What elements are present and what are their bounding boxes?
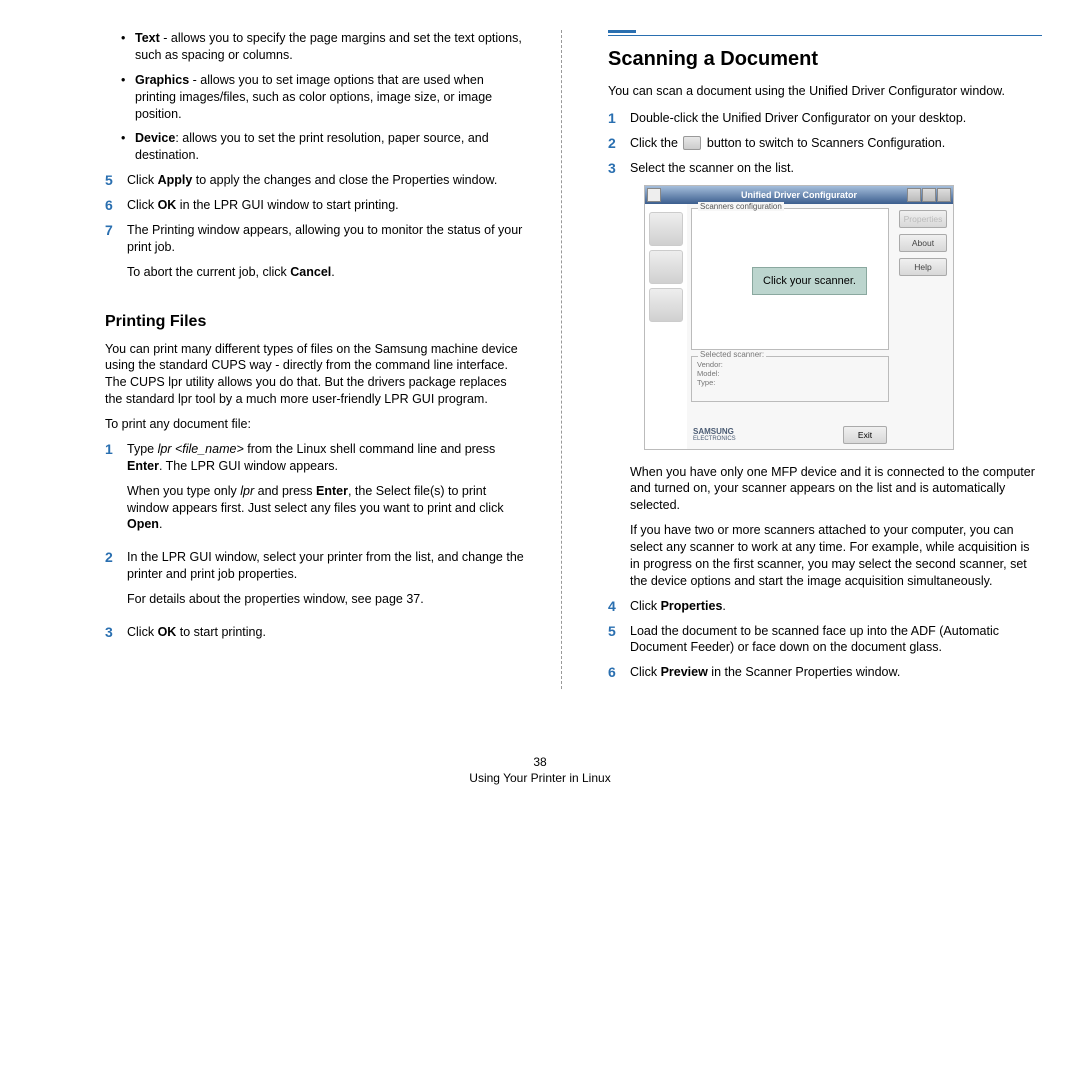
desc: - allows you to specify the page margins…: [135, 31, 522, 62]
brand-logo: SAMSUNGELECTRONICS: [693, 427, 736, 442]
about-button: About: [899, 234, 947, 252]
step-text: Load the document to be scanned face up …: [630, 624, 999, 655]
main-area: Scanners configuration Click your scanne…: [687, 204, 893, 449]
step-number: 1: [105, 441, 127, 541]
paragraph: You can print many different types of fi…: [105, 341, 525, 409]
steps-list-right-2: 4 Click Properties. 5 Load the document …: [608, 598, 1042, 682]
right-column: Scanning a Document You can scan a docum…: [598, 30, 1042, 689]
step-text: Click OK in the LPR GUI window to start …: [127, 198, 399, 212]
selected-label: Selected scanner:: [698, 350, 766, 359]
step-number: 2: [105, 549, 127, 616]
desc: - allows you to set image options that a…: [135, 73, 492, 121]
subheading: Printing Files: [105, 313, 525, 331]
paragraph: To print any document file:: [105, 416, 525, 433]
max-icon: [922, 188, 936, 202]
paragraph: If you have two or more scanners attache…: [630, 522, 1042, 590]
close-icon: [937, 188, 951, 202]
step-text: Select the scanner on the list.: [630, 161, 794, 175]
selected-scanner-group: Selected scanner: Vendor: Model: Type:: [691, 356, 889, 402]
help-button: Help: [899, 258, 947, 276]
list-item: Text - allows you to specify the page ma…: [135, 30, 525, 64]
step-text: Click Preview in the Scanner Properties …: [630, 665, 900, 679]
heading-top-bar: [608, 30, 1042, 33]
step-number: 7: [105, 222, 127, 289]
section-heading: Scanning a Document: [608, 48, 1042, 71]
left-column: Text - allows you to specify the page ma…: [105, 30, 525, 689]
step: 6 Click OK in the LPR GUI window to star…: [105, 197, 525, 214]
intro-text: You can scan a document using the Unifie…: [608, 83, 1042, 100]
list-item: Graphics - allows you to set image optio…: [135, 72, 525, 123]
step-number: 5: [105, 172, 127, 189]
step-text: Click Apply to apply the changes and clo…: [127, 173, 497, 187]
window-controls: [907, 188, 951, 202]
term: Graphics: [135, 73, 189, 87]
step: 3 Click OK to start printing.: [105, 624, 525, 649]
window-title: Unified Driver Configurator: [741, 190, 857, 200]
step-number: 4: [608, 598, 630, 615]
step-text: Type lpr <file_name> from the Linux shel…: [127, 441, 525, 475]
ports-icon: [649, 288, 683, 322]
step: 5 Load the document to be scanned face u…: [608, 623, 1042, 657]
scanners-group: Scanners configuration Click your scanne…: [691, 208, 889, 350]
footer-title: Using Your Printer in Linux: [0, 771, 1080, 785]
step-text: Click Properties.: [630, 599, 726, 613]
window-titlebar: Unified Driver Configurator: [645, 186, 953, 204]
printers-icon: [649, 212, 683, 246]
heading-top-line: [608, 35, 1042, 36]
screenshot-unified-driver-configurator: Unified Driver Configurator Scanners con…: [644, 185, 954, 450]
paragraph: When you have only one MFP device and it…: [630, 464, 1042, 515]
steps-list-right: 1 Double-click the Unified Driver Config…: [608, 110, 1042, 177]
group-label: Scanners configuration: [698, 202, 784, 211]
exit-button: Exit: [843, 426, 887, 444]
scanner-icon: [683, 136, 701, 150]
term: Text: [135, 31, 160, 45]
step: 1 Double-click the Unified Driver Config…: [608, 110, 1042, 127]
step-number: 2: [608, 135, 630, 152]
step-number: 3: [105, 624, 127, 649]
step-number: 5: [608, 623, 630, 657]
step-number: 6: [105, 197, 127, 214]
step-text: The Printing window appears, allowing yo…: [127, 222, 525, 256]
step-text: Double-click the Unified Driver Configur…: [630, 111, 966, 125]
step: 4 Click Properties.: [608, 598, 1042, 615]
step: 7 The Printing window appears, allowing …: [105, 222, 525, 289]
properties-button: Properties: [899, 210, 947, 228]
field: Model:: [697, 369, 883, 378]
step-text: Click OK to start printing.: [127, 624, 525, 641]
column-divider: [561, 30, 562, 689]
steps-list-b: 1 Type lpr <file_name> from the Linux sh…: [105, 441, 525, 649]
scanners-icon: [649, 250, 683, 284]
field: Vendor:: [697, 360, 883, 369]
step-text: In the LPR GUI window, select your print…: [127, 549, 525, 583]
step-extra: For details about the properties window,…: [127, 591, 525, 608]
step: 6 Click Preview in the Scanner Propertie…: [608, 664, 1042, 681]
list-item: Device: allows you to set the print reso…: [135, 130, 525, 164]
right-button-bar: Properties About Help: [893, 204, 953, 449]
step-number: 1: [608, 110, 630, 127]
step-text: Click the button to switch to Scanners C…: [630, 136, 945, 150]
left-icon-bar: [645, 204, 687, 449]
desc: : allows you to set the print resolution…: [135, 131, 489, 162]
step-extra: To abort the current job, click Cancel.: [127, 264, 525, 281]
steps-list-a: 5 Click Apply to apply the changes and c…: [105, 172, 525, 288]
step-extra: When you type only lpr and press Enter, …: [127, 483, 525, 534]
window-body: Scanners configuration Click your scanne…: [645, 204, 953, 449]
page-container: Text - allows you to specify the page ma…: [0, 0, 1080, 719]
bullet-list: Text - allows you to specify the page ma…: [105, 30, 525, 164]
step: 1 Type lpr <file_name> from the Linux sh…: [105, 441, 525, 541]
page-number: 38: [0, 755, 1080, 769]
step: 2 Click the button to switch to Scanners…: [608, 135, 1042, 152]
step: 2 In the LPR GUI window, select your pri…: [105, 549, 525, 616]
term: Device: [135, 131, 175, 145]
window-icon: [647, 188, 661, 202]
step: 5 Click Apply to apply the changes and c…: [105, 172, 525, 189]
callout: Click your scanner.: [752, 267, 867, 295]
page-footer: 38 Using Your Printer in Linux: [0, 755, 1080, 785]
step: 3 Select the scanner on the list.: [608, 160, 1042, 177]
window-footer: SAMSUNGELECTRONICS Exit: [687, 423, 893, 447]
min-icon: [907, 188, 921, 202]
step-number: 3: [608, 160, 630, 177]
field: Type:: [697, 378, 883, 387]
step-number: 6: [608, 664, 630, 681]
